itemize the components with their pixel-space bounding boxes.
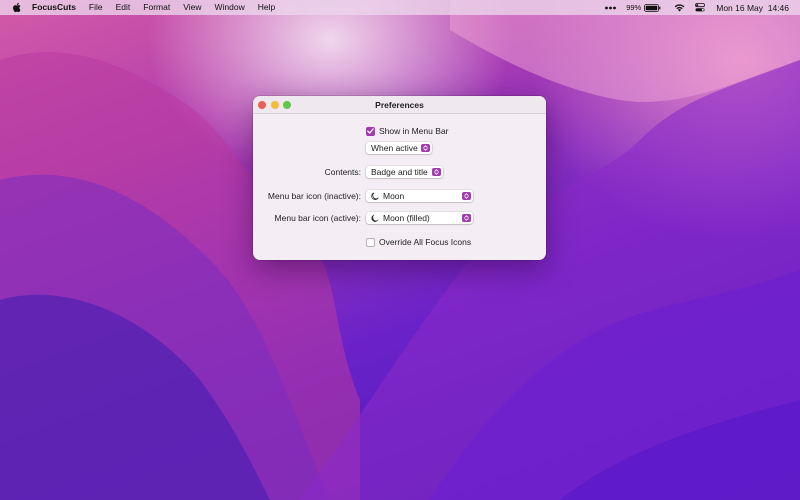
- menu-file[interactable]: File: [89, 0, 103, 15]
- contents-row: Contents: Badge and title: [253, 166, 443, 178]
- icon-active-row: Menu bar icon (active): Moon (filled): [253, 212, 473, 224]
- show-in-menu-bar-checkbox[interactable]: [366, 126, 375, 136]
- preferences-window: Preferences Show in Menu Bar When active…: [253, 96, 546, 260]
- icon-inactive-label: Menu bar icon (inactive):: [267, 191, 361, 201]
- popup-stepper-icon: [421, 144, 430, 152]
- menu-bar-extras: 99% Mon 16 May 14:46: [605, 0, 800, 15]
- window-controls: [258, 101, 296, 109]
- when-popup[interactable]: When active: [366, 142, 432, 154]
- battery-percent: 99%: [626, 3, 642, 12]
- minimize-button[interactable]: [270, 101, 279, 109]
- contents-popup-value: Badge and title: [371, 167, 428, 177]
- checkmark-icon: [367, 128, 374, 134]
- icon-inactive-popup-value: Moon: [383, 191, 405, 201]
- icon-active-popup[interactable]: Moon (filled): [366, 212, 473, 224]
- override-icons-row: Override All Focus Icons: [366, 237, 471, 247]
- wifi-icon[interactable]: [674, 3, 685, 12]
- menu-view[interactable]: View: [183, 0, 201, 15]
- menu-bar: FocusCuts File Edit Format View Window H…: [0, 0, 800, 15]
- control-center-icon[interactable]: [695, 3, 706, 12]
- menu-app-name[interactable]: FocusCuts: [32, 0, 76, 15]
- moon-outline-icon: [371, 192, 379, 200]
- show-in-menu-bar-label: Show in Menu Bar: [379, 126, 449, 136]
- menu-help[interactable]: Help: [258, 0, 275, 15]
- icon-active-popup-value: Moon (filled): [383, 213, 430, 223]
- override-icons-checkbox[interactable]: [366, 237, 375, 247]
- override-icons-label: Override All Focus Icons: [379, 237, 472, 247]
- zoom-button[interactable]: [283, 101, 291, 109]
- menu-edit[interactable]: Edit: [116, 0, 131, 15]
- battery-icon[interactable]: [644, 3, 661, 12]
- popup-stepper-icon: [432, 168, 441, 176]
- more-dots-icon[interactable]: [605, 6, 617, 10]
- show-in-menu-bar-row: Show in Menu Bar: [366, 126, 448, 136]
- icon-inactive-row: Menu bar icon (inactive): Moon: [253, 190, 473, 202]
- popup-stepper-icon: [462, 214, 471, 222]
- menu-format[interactable]: Format: [143, 0, 170, 15]
- when-popup-value: When active: [371, 143, 418, 153]
- icon-inactive-popup[interactable]: Moon: [366, 190, 473, 202]
- menu-window[interactable]: Window: [214, 0, 244, 15]
- menu-bar-clock[interactable]: Mon 16 May 14:46: [716, 3, 789, 13]
- apple-icon[interactable]: [11, 2, 22, 13]
- icon-active-label: Menu bar icon (active):: [274, 213, 361, 223]
- moon-filled-icon: [371, 214, 379, 222]
- window-titlebar[interactable]: Preferences: [253, 96, 546, 114]
- window-title: Preferences: [375, 99, 424, 110]
- contents-label: Contents:: [324, 167, 361, 177]
- when-row: When active: [366, 142, 432, 154]
- close-button[interactable]: [258, 101, 266, 109]
- popup-stepper-icon: [462, 192, 471, 200]
- contents-popup[interactable]: Badge and title: [366, 166, 443, 178]
